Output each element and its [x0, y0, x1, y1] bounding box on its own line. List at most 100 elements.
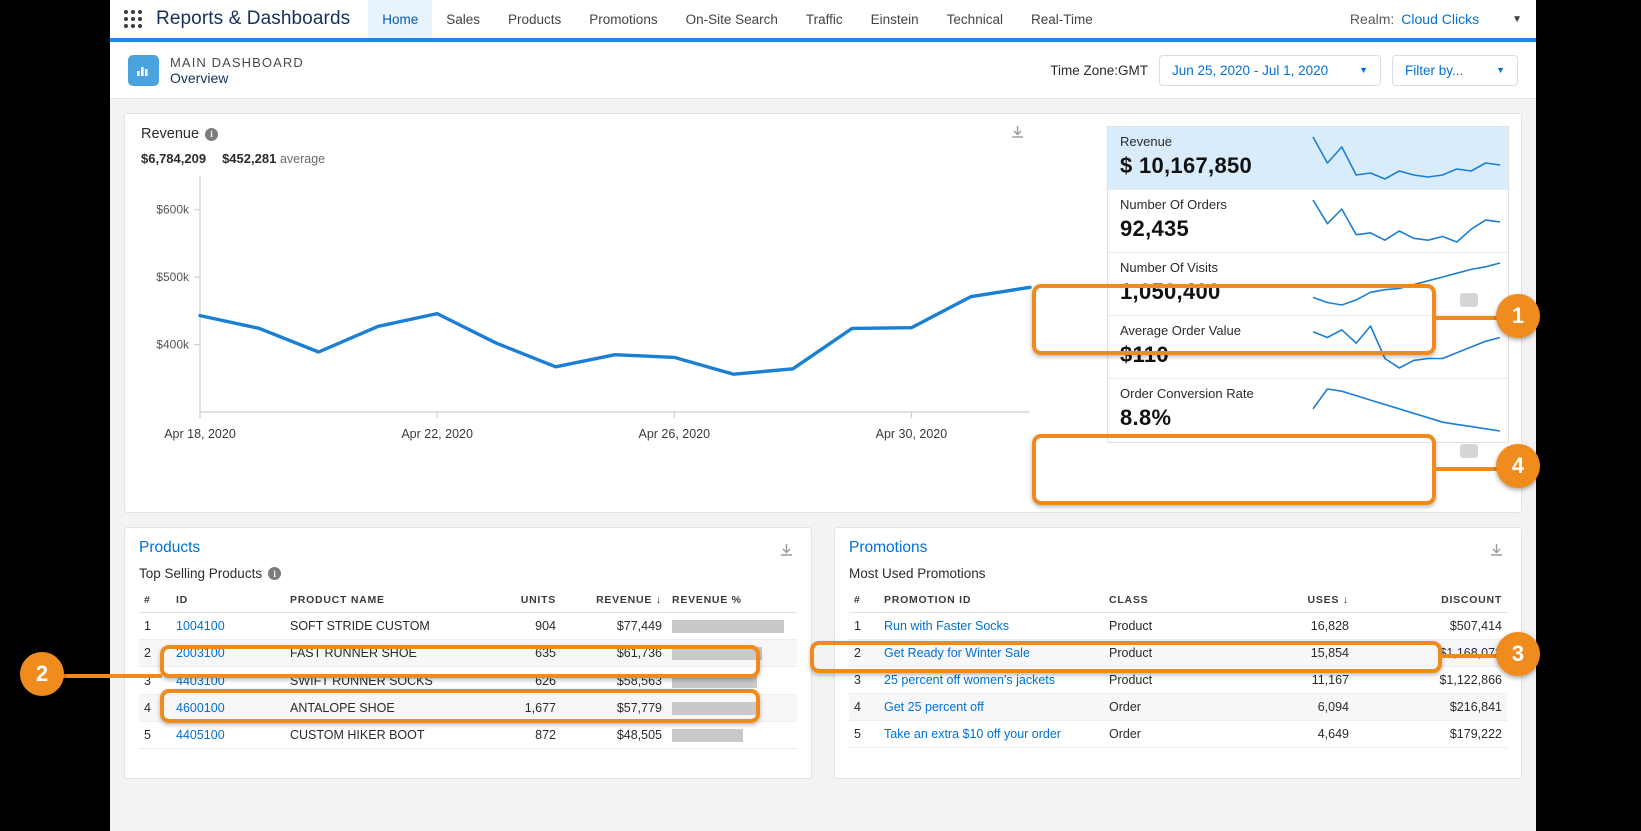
promotion-rank: 5 [854, 727, 861, 741]
filter-by-dropdown[interactable]: Filter by... ▼ [1392, 54, 1518, 86]
table-row[interactable]: 4 Get 25 percent off Order 6,094 $216,841 [849, 693, 1507, 721]
svg-text:$400k: $400k [156, 338, 190, 352]
nav-tab-on-site-search[interactable]: On-Site Search [672, 0, 792, 38]
promotion-id-link[interactable]: Run with Faster Socks [879, 613, 1104, 640]
dashboard-header-controls: Time Zone:GMT Jun 25, 2020 - Jul 1, 2020… [1050, 54, 1518, 86]
kpi-revenue-sparkline [1312, 136, 1501, 180]
nav-tab-sales[interactable]: Sales [432, 0, 494, 38]
kpi-order-conversion-rate[interactable]: Order Conversion Rate 8.8% [1108, 379, 1508, 442]
top-navigation-bar: Reports & Dashboards Home Sales Products… [110, 0, 1536, 38]
table-row[interactable]: 4 4600100 ANTALOPE SHOE 1,677 $57,779 [139, 694, 797, 722]
callout-leader-2 [62, 674, 162, 678]
sort-descending-arrow-icon: ↓ [655, 594, 662, 606]
nav-tab-real-time[interactable]: Real-Time [1017, 0, 1107, 38]
callout-leader-1 [1436, 316, 1498, 320]
products-col-id[interactable]: ID [171, 588, 285, 613]
kpi-average-order-value[interactable]: Average Order Value $110 [1108, 316, 1508, 379]
table-row[interactable]: 5 Take an extra $10 off your order Order 4,… [849, 721, 1507, 748]
promotion-id-link[interactable]: Take an extra $10 off your order [879, 721, 1104, 748]
download-icon-products[interactable] [778, 542, 795, 564]
product-revenue-pct-bar [667, 667, 797, 694]
kpi-number-of-visits[interactable]: Number Of Visits 1,050,400 [1108, 253, 1508, 316]
product-id-link[interactable]: 4600100 [171, 694, 285, 721]
nav-tab-technical[interactable]: Technical [933, 0, 1017, 38]
promotions-panel-title[interactable]: Promotions [835, 528, 1521, 557]
svg-text:Apr 18, 2020: Apr 18, 2020 [164, 427, 236, 441]
chevron-down-icon[interactable]: ▼ [1512, 14, 1522, 25]
promotions-col-discount[interactable]: DISCOUNT [1354, 588, 1507, 613]
nav-tabs: Home Sales Products Promotions On-Site S… [368, 0, 1107, 38]
products-col-name[interactable]: PRODUCT NAME [285, 588, 485, 613]
product-units: 626 [535, 673, 556, 688]
products-table: # ID PRODUCT NAME UNITS REVENUE ↓ REVENU… [139, 588, 797, 749]
kpi-number-of-orders-sparkline [1312, 199, 1501, 243]
promotions-col-uses-label: USES [1307, 594, 1340, 606]
product-id-link[interactable]: 4403100 [171, 667, 285, 694]
promotions-table-body: 1 Run with Faster Socks Product 16,828 $507,… [849, 613, 1507, 748]
revenue-title-text: Revenue [141, 126, 200, 142]
product-id-link[interactable]: 1004100 [171, 613, 285, 640]
timezone-label: Time Zone:GMT [1050, 62, 1148, 78]
product-revenue-pct-bar [667, 721, 797, 748]
table-row[interactable]: 3 25 percent off women's jackets Product 11… [849, 667, 1507, 694]
promotions-col-id[interactable]: PROMOTION ID [879, 588, 1104, 613]
callout-nub-4 [1460, 444, 1478, 458]
nav-tab-traffic[interactable]: Traffic [792, 0, 857, 38]
callout-badge-1: 1 [1496, 294, 1540, 338]
table-row[interactable]: 3 4403100 SWIFT RUNNER SOCKS 626 $58,563 [139, 667, 797, 695]
kpi-average-order-value-sparkline [1312, 325, 1501, 369]
nav-tab-einstein[interactable]: Einstein [857, 0, 933, 38]
table-row[interactable]: 2 2003100 FAST RUNNER SHOE 635 $61,736 [139, 639, 797, 667]
callout-leader-3 [1442, 654, 1498, 658]
realm-value[interactable]: Cloud Clicks [1401, 11, 1479, 27]
download-icon-revenue[interactable] [1009, 124, 1026, 146]
products-col-units[interactable]: UNITS [485, 588, 561, 613]
kpi-revenue[interactable]: Revenue $ 10,167,850 [1108, 127, 1508, 190]
promotions-panel-subtitle: Most Used Promotions [849, 566, 986, 581]
promotion-class: Order [1109, 700, 1141, 714]
promotions-col-rank[interactable]: # [849, 588, 879, 613]
download-icon-promotions[interactable] [1488, 542, 1505, 564]
products-panel-title[interactable]: Products [125, 528, 811, 557]
nav-tab-products[interactable]: Products [494, 0, 575, 38]
date-range-value: Jun 25, 2020 - Jul 1, 2020 [1172, 62, 1329, 78]
date-range-picker[interactable]: Jun 25, 2020 - Jul 1, 2020 ▼ [1159, 54, 1381, 86]
products-col-revenue-pct[interactable]: REVENUE % [667, 588, 797, 613]
product-rank: 5 [144, 727, 151, 742]
nav-tab-promotions[interactable]: Promotions [575, 0, 671, 38]
products-panel: Products Top Selling Products i # ID PRO… [124, 527, 812, 779]
kpi-list: Revenue $ 10,167,850 Number Of Orders 92… [1107, 126, 1509, 443]
promotion-rank: 4 [854, 700, 861, 714]
kpi-number-of-orders[interactable]: Number Of Orders 92,435 [1108, 190, 1508, 253]
promotion-uses: 4,649 [1317, 727, 1349, 741]
dashboard-kicker: MAIN DASHBOARD [170, 54, 304, 70]
product-id-link[interactable]: 2003100 [171, 640, 285, 667]
promotions-col-class[interactable]: CLASS [1104, 588, 1244, 613]
products-col-revenue[interactable]: REVENUE ↓ [561, 588, 667, 613]
promotion-class: Product [1109, 646, 1153, 660]
table-row[interactable]: 5 4405100 CUSTOM HIKER BOOT 872 $48,505 [139, 721, 797, 749]
revenue-chart-svg: $400k $500k $600k Apr 18, 2020 Apr 22, 2020 A… [156, 176, 1032, 441]
product-id-link[interactable]: 4405100 [171, 721, 285, 748]
info-icon[interactable]: i [268, 567, 282, 580]
product-revenue-pct-bar [667, 694, 797, 721]
table-row[interactable]: 2 Get Ready for Winter Sale Product 15,854 $… [849, 639, 1507, 667]
info-icon[interactable]: i [205, 127, 219, 141]
promotion-uses: 6,094 [1317, 700, 1349, 714]
promotions-col-uses[interactable]: USES ↓ [1244, 588, 1354, 613]
product-name: CUSTOM HIKER BOOT [290, 727, 425, 742]
table-row[interactable]: 1 1004100 SOFT STRIDE CUSTOM 904 $77,449 [139, 613, 797, 640]
callout-leader-4 [1436, 467, 1498, 471]
products-col-revenue-label: REVENUE [596, 594, 653, 606]
promotion-id-link[interactable]: Get 25 percent off [879, 694, 1104, 721]
promotion-rank: 3 [854, 673, 861, 687]
table-row[interactable]: 1 Run with Faster Socks Product 16,828 $507,… [849, 613, 1507, 640]
products-col-rank[interactable]: # [139, 588, 171, 613]
promotion-rank: 1 [854, 619, 861, 633]
realm-selector[interactable]: Realm: Cloud Clicks ▼ [1350, 0, 1536, 38]
promotion-discount: $1,122,866 [1439, 673, 1502, 687]
nav-tab-home[interactable]: Home [368, 0, 433, 38]
app-launcher-icon[interactable] [110, 0, 156, 38]
promotion-id-link[interactable]: Get Ready for Winter Sale [879, 640, 1104, 667]
promotion-id-link[interactable]: 25 percent off women's jackets [879, 667, 1104, 694]
